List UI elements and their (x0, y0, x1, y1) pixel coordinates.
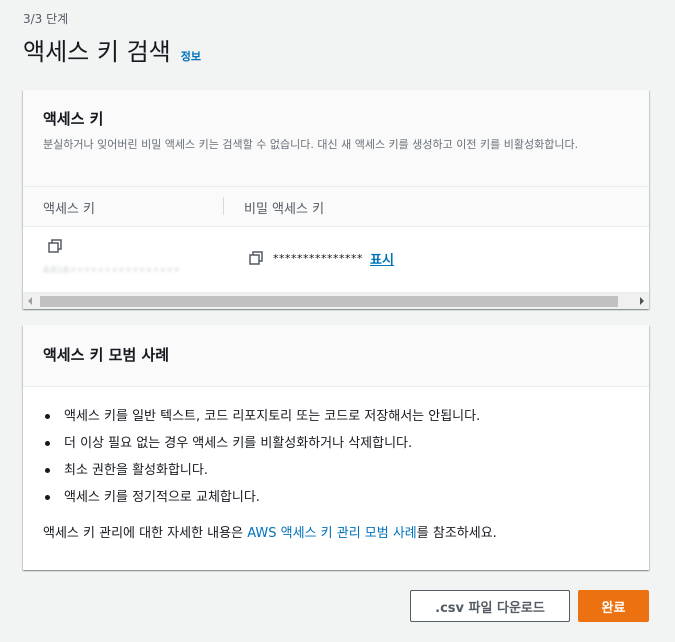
access-key-card-description: 분실하거나 잊어버린 비밀 액세스 키는 검색할 수 없습니다. 대신 새 액세… (43, 138, 579, 151)
column-header-secret-key: 비밀 액세스 키 (244, 202, 325, 217)
list-item: 액세스 키를 정기적으로 교체합니다. (43, 488, 629, 515)
access-key-card: 액세스 키 분실하거나 잊어버린 비밀 액세스 키는 검색할 수 없습니다. 대… (23, 90, 649, 309)
best-practices-card: 액세스 키 모범 사례 액세스 키를 일반 텍스트, 코드 리포지토리 또는 코… (23, 325, 649, 570)
footer-prefix: 액세스 키 관리에 대한 자세한 내용은 (43, 526, 248, 541)
best-practices-link[interactable]: AWS 액세스 키 관리 모범 사례 (247, 526, 417, 541)
list-item: 액세스 키를 일반 텍스트, 코드 리포지토리 또는 코드로 저장해서는 안됩니… (43, 407, 629, 434)
scrollbar-thumb[interactable] (40, 296, 618, 307)
info-link[interactable]: 정보 (181, 48, 201, 64)
table-row: AKIA•••••••••••••••• *************** 표시 (23, 227, 649, 289)
download-csv-button[interactable]: .csv 파일 다운로드 (410, 590, 570, 622)
show-secret-link[interactable]: 표시 (370, 249, 394, 268)
access-key-card-header: 액세스 키 분실하거나 잊어버린 비밀 액세스 키는 검색할 수 없습니다. 대… (23, 90, 649, 187)
list-item: 최소 권한을 활성화합니다. (43, 461, 629, 488)
chevron-left-icon[interactable] (28, 297, 32, 305)
access-key-value: AKIA•••••••••••••••• (43, 265, 181, 273)
page-title: 액세스 키 검색 (23, 38, 171, 66)
bullet-icon (45, 468, 50, 473)
list-item-text: 최소 권한을 활성화합니다. (64, 463, 208, 478)
footer-suffix: 를 참조하세요. (416, 526, 497, 541)
access-key-table-header: 액세스 키 비밀 액세스 키 (23, 187, 649, 227)
list-item-text: 액세스 키를 일반 텍스트, 코드 리포지토리 또는 코드로 저장해서는 안됩니… (64, 409, 481, 424)
bullet-icon (45, 414, 50, 419)
chevron-right-icon[interactable] (640, 297, 644, 305)
page-title-container: 액세스 키 검색 정보 (23, 32, 201, 67)
copy-icon[interactable] (249, 251, 263, 265)
wizard-step-indicator: 3/3 단계 (23, 12, 69, 26)
done-button[interactable]: 완료 (578, 590, 649, 622)
horizontal-scrollbar[interactable] (23, 292, 649, 309)
bullet-icon (45, 495, 50, 500)
best-practices-list: 액세스 키를 일반 텍스트, 코드 리포지토리 또는 코드로 저장해서는 안됩니… (23, 387, 649, 515)
column-header-access-key: 액세스 키 (43, 202, 95, 217)
secret-key-mask: *************** (273, 252, 363, 265)
column-divider (223, 197, 224, 215)
list-item-text: 액세스 키를 정기적으로 교체합니다. (64, 490, 260, 505)
best-practices-card-header: 액세스 키 모범 사례 (23, 325, 649, 387)
best-practices-footer: 액세스 키 관리에 대한 자세한 내용은 AWS 액세스 키 관리 모범 사례를… (23, 515, 649, 541)
list-item-text: 더 이상 필요 없는 경우 액세스 키를 비활성화하거나 삭제합니다. (64, 436, 413, 451)
access-key-card-title: 액세스 키 (43, 110, 104, 128)
bullet-icon (45, 441, 50, 446)
list-item: 더 이상 필요 없는 경우 액세스 키를 비활성화하거나 삭제합니다. (43, 434, 629, 461)
copy-icon[interactable] (48, 239, 62, 253)
best-practices-card-title: 액세스 키 모범 사례 (43, 346, 170, 364)
